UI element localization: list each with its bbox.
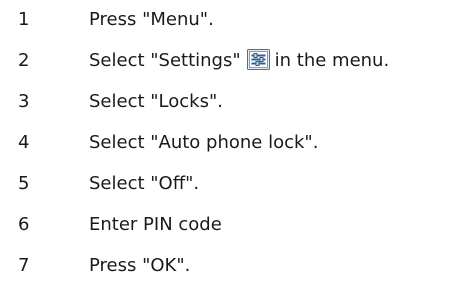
step-number: 1	[18, 9, 30, 30]
step-number: 6	[18, 214, 30, 235]
step-text: Select "Settings" in the menu.	[89, 48, 389, 74]
step-number: 7	[18, 255, 30, 276]
step-number: 4	[18, 132, 30, 153]
step-number: 2	[18, 50, 30, 71]
step-text: Press "Menu".	[89, 9, 214, 30]
step-number: 5	[18, 173, 30, 194]
step-text-before: Select "Settings"	[89, 50, 241, 71]
step-number: 3	[18, 91, 30, 112]
step-text: Press "OK".	[89, 255, 191, 276]
settings-icon	[246, 48, 270, 70]
step-text-after: in the menu.	[274, 50, 390, 71]
step-text: Select "Off".	[89, 173, 200, 194]
instruction-steps: 1 Press "Menu". 2 Select "Settings" in t…	[0, 0, 476, 288]
step-text: Select "Auto phone lock".	[89, 132, 319, 153]
step-text: Enter PIN code	[89, 214, 222, 235]
step-text: Select "Locks".	[89, 91, 223, 112]
